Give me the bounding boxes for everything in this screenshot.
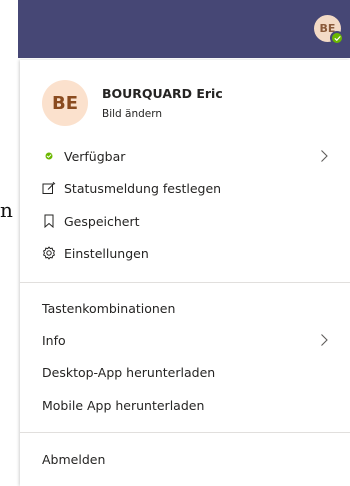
menu-item-sign-out[interactable]: Abmelden [20,445,350,473]
menu-item-download-mobile-app[interactable]: Mobile App herunterladen [20,391,350,419]
menu-item-keyboard-shortcuts-label: Tastenkombinationen [42,300,176,316]
menu-item-sign-out-label: Abmelden [42,451,106,467]
menu-item-info[interactable]: Info [20,326,350,354]
bookmark-icon [42,214,56,228]
menu-item-keyboard-shortcuts[interactable]: Tastenkombinationen [20,294,350,322]
menu-item-status-message-label: Statusmeldung festlegen [64,180,222,196]
menu-item-settings-label: Einstellungen [64,245,149,261]
menu-item-status-label: Verfügbar [64,148,126,164]
profile-section: BE BOURQUARD Eric Bild ändern [20,60,350,140]
menu-item-status-message[interactable]: Statusmeldung festlegen [20,174,350,202]
background-window: n [0,0,18,486]
presence-available-icon [330,31,344,45]
change-picture-link[interactable]: Bild ändern [102,108,162,120]
app-header-bar: BE [18,0,350,58]
menu-item-info-label: Info [42,332,66,348]
menu-item-download-desktop-app[interactable]: Desktop-App herunterladen [20,358,350,386]
menu-divider [20,282,350,283]
menu-item-download-desktop-app-label: Desktop-App herunterladen [42,364,216,380]
chevron-right-icon [321,334,328,346]
menu-divider [20,432,350,433]
menu-item-saved-label: Gespeichert [64,213,140,229]
profile-name: BOURQUARD Eric [102,86,223,101]
menu-item-download-mobile-app-label: Mobile App herunterladen [42,397,205,413]
presence-available-icon [42,149,56,163]
gear-icon [42,246,56,260]
menu-item-saved[interactable]: Gespeichert [20,207,350,235]
edit-icon [42,181,56,195]
profile-avatar-initials: BE [51,92,78,114]
profile-avatar[interactable]: BE [42,80,88,126]
chevron-right-icon [321,150,328,162]
menu-item-settings[interactable]: Einstellungen [20,239,350,267]
profile-avatar-button[interactable]: BE [314,15,344,45]
background-text: n [0,198,13,222]
profile-menu: BE BOURQUARD Eric Bild ändern Verfügbar … [20,60,350,486]
menu-item-status[interactable]: Verfügbar [20,142,350,170]
